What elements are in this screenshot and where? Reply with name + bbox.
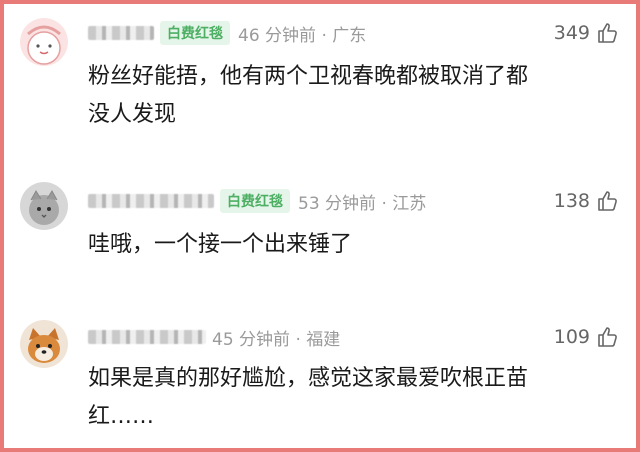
avatar-image bbox=[20, 182, 68, 230]
comment-meta: 白费红毯 46 分钟前 · 广东 bbox=[88, 18, 366, 48]
thumbs-up-icon bbox=[598, 327, 617, 347]
comment-text: 粉丝好能捂，他有两个卫视春晚都被取消了都 没人发现 bbox=[88, 58, 618, 134]
avatar-image bbox=[20, 18, 68, 66]
comment-line: 哇哦，一个接一个出来锤了 bbox=[88, 232, 353, 257]
like-button[interactable]: 349 bbox=[554, 18, 620, 48]
thumbs-up-icon bbox=[598, 23, 617, 43]
like-button[interactable]: 138 bbox=[554, 186, 620, 216]
like-count: 349 bbox=[553, 22, 590, 44]
badge: 白费红毯 bbox=[160, 21, 230, 45]
username-redacted[interactable] bbox=[88, 26, 154, 40]
username-redacted[interactable] bbox=[88, 330, 206, 344]
comment-line: 没人发现 bbox=[88, 102, 177, 127]
time-location: 46 分钟前 · 广东 bbox=[238, 25, 367, 46]
like-count: 138 bbox=[553, 190, 590, 212]
avatar[interactable] bbox=[20, 320, 68, 368]
comment-text: 哇哦，一个接一个出来锤了 bbox=[88, 226, 618, 264]
like-count: 109 bbox=[553, 326, 590, 348]
like-button[interactable]: 109 bbox=[554, 322, 620, 352]
comment-list: 白费红毯 46 分钟前 · 广东 349 粉丝好能捂，他有两个卫视春晚都被取消了… bbox=[0, 0, 640, 452]
comment-meta: 45 分钟前 · 福建 bbox=[88, 322, 340, 352]
comment-line: 粉丝好能捂，他有两个卫视春晚都被取消了都 bbox=[88, 64, 529, 89]
time-location: 45 分钟前 · 福建 bbox=[212, 329, 341, 350]
comment-text: 如果是真的那好尴尬，感觉这家最爱吹根正苗 红…… bbox=[88, 360, 618, 436]
thumbs-up-icon bbox=[598, 191, 617, 211]
comment-line: 如果是真的那好尴尬，感觉这家最爱吹根正苗 bbox=[88, 366, 529, 391]
avatar[interactable] bbox=[20, 18, 68, 66]
comment-meta: 白费红毯 53 分钟前 · 江苏 bbox=[88, 186, 426, 216]
avatar-image bbox=[20, 320, 68, 368]
time-location: 53 分钟前 · 江苏 bbox=[298, 193, 427, 214]
badge: 白费红毯 bbox=[220, 189, 290, 213]
avatar[interactable] bbox=[20, 182, 68, 230]
username-redacted[interactable] bbox=[88, 194, 214, 208]
comment-line: 红…… bbox=[88, 404, 155, 429]
